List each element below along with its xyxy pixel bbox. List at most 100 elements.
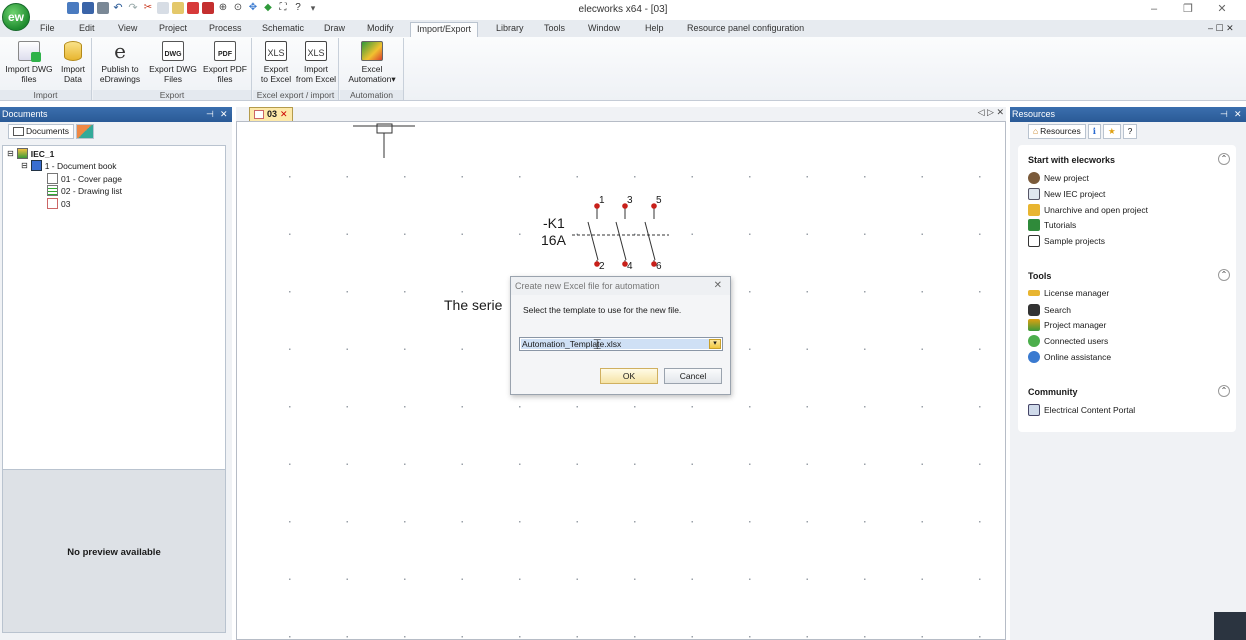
close-button[interactable]: ✕ [1208,1,1236,17]
resource-connected-users[interactable]: Connected users [1028,335,1108,347]
export-pdf-label2: files [217,73,233,84]
star-icon: ★ [1108,126,1116,136]
import-dwg-button[interactable]: Import DWG files [2,41,56,84]
cancel-button[interactable]: Cancel [664,368,722,384]
collapse-icon[interactable]: ⊟ [7,149,14,158]
panel-close-icon[interactable]: ✕ [1234,107,1242,122]
resource-tutorials[interactable]: Tutorials [1028,219,1076,231]
xls-export-icon: XLS [265,41,287,61]
resource-label: Search [1044,305,1071,315]
contactor-k1 [572,207,669,264]
import-data-button[interactable]: Import Data [58,41,88,84]
list-icon [47,185,58,196]
dropdown-arrow-icon: ▾ [391,73,396,84]
menu-library[interactable]: Library [496,22,524,37]
excel-automation-button[interactable]: Excel Automation▾ [344,41,400,84]
pin-icon[interactable]: ⊣ [206,107,214,122]
resource-new-iec-project[interactable]: New IEC project [1028,188,1105,200]
export-to-excel-button[interactable]: XLS Export to Excel [257,41,295,84]
tab-documents[interactable]: Documents [8,124,74,139]
template-select[interactable]: Automation_Template.xlsx ▾ [519,337,723,351]
chevron-down-icon[interactable]: ▾ [709,339,721,349]
create-excel-dialog: Create new Excel file for automation ✕ S… [510,276,731,395]
xls-import-icon: XLS [305,41,327,61]
tree-label-project: IEC_1 [30,148,55,159]
tab-components[interactable] [76,124,94,139]
tab-document-03[interactable]: 03 ✕ [249,107,293,121]
menu-help[interactable]: Help [645,22,664,37]
resource-label: Project manager [1044,320,1107,330]
document-tab-strip: 03 ✕ ◁ ▷ ✕ [236,107,1006,121]
component-rating: 16A [541,232,566,248]
excel-automation-icon [361,41,383,61]
menu-project[interactable]: Project [159,22,187,37]
ribbon-group-excel: XLS Export to Excel XLS Import from Exce… [253,38,339,100]
resources-panel-header: Resources ⊣ ✕ [1010,107,1246,122]
tab-close-icon[interactable]: ✕ [280,108,288,121]
menu-file[interactable]: File [40,22,55,37]
menu-view[interactable]: View [118,22,137,37]
tree-node-document-book[interactable]: ⊟ 1 - Document book [21,160,117,171]
ribbon-group-label-automation: Automation [340,90,403,100]
preview-text: No preview available [67,547,161,558]
resource-online-assistance[interactable]: Online assistance [1028,351,1111,363]
resources-panel-title: Resources [1012,109,1056,119]
dialog-close-button[interactable]: ✕ [714,277,722,295]
resource-unarchive-project[interactable]: Unarchive and open project [1028,204,1148,216]
resource-label: License manager [1044,288,1110,298]
title-bar: ↶ ↷ ✂ ⊕ ⊙ ✥ ◆ ⛶ ? ▾ elecworks x64 - [03]… [0,0,1246,20]
tree-label-drawing-list: 02 - Drawing list [61,185,122,196]
pin-icon[interactable]: ⊣ [1220,107,1228,122]
terminal-label-1: 1 [599,195,605,206]
menu-process[interactable]: Process [209,22,242,37]
tab-scroll-buttons[interactable]: ◁ ▷ ✕ [978,107,1004,118]
help-icon: ? [1127,126,1133,136]
tree-node-03[interactable]: 03 [47,198,70,209]
export-dwg-button[interactable]: DWG Export DWG Files [147,41,199,84]
corner-widget[interactable] [1214,612,1246,640]
tab-info[interactable]: ℹ [1087,124,1102,139]
panel-close-icon[interactable]: ✕ [220,107,228,122]
ribbon-group-export: e Publish to eDrawings DWG Export DWG Fi… [93,38,252,100]
menu-resource-panel-configuration[interactable]: Resource panel configuration [687,22,804,37]
tab-favorites[interactable]: ★ [1103,124,1121,139]
minimize-button[interactable]: – [1140,1,1168,17]
resource-project-manager[interactable]: Project manager [1028,319,1106,331]
collapse-section-icon[interactable]: ⌃ [1218,269,1230,281]
resource-search[interactable]: Search [1028,304,1071,316]
tree-node-drawing-list[interactable]: 02 - Drawing list [47,185,122,196]
resource-license-manager[interactable]: License manager [1028,288,1109,298]
import-from-excel-button[interactable]: XLS Import from Excel [295,41,337,84]
menu-modify[interactable]: Modify [367,22,394,37]
tab-help[interactable]: ? [1122,124,1138,139]
restore-button[interactable]: ❐ [1174,1,1202,17]
mdi-window-buttons[interactable]: – ☐ ✕ [1208,22,1234,37]
app-logo[interactable]: ew [2,3,30,31]
tree-node-cover-page[interactable]: 01 - Cover page [47,173,122,184]
ok-button[interactable]: OK [600,368,658,384]
dialog-prompt: Select the template to use for the new f… [523,305,682,315]
resource-new-project[interactable]: New project [1028,172,1089,184]
export-excel-label2: to Excel [260,73,292,84]
home-icon: ⌂ [1033,126,1039,136]
tree-node-project[interactable]: ⊟ IEC_1 [7,148,54,159]
terminal-label-4: 4 [627,261,633,272]
documents-panel: Documents ⊣ ✕ Documents ⊟ IEC_1 ⊟ 1 - Do… [0,107,232,640]
export-pdf-button[interactable]: PDF Export PDF files [201,41,249,84]
sample-projects-icon [1028,235,1040,247]
pole-5-switch [644,221,656,261]
menu-draw[interactable]: Draw [324,22,345,37]
collapse-section-icon[interactable]: ⌃ [1218,385,1230,397]
resource-sample-projects[interactable]: Sample projects [1028,235,1105,247]
resource-electrical-content-portal[interactable]: Electrical Content Portal [1028,404,1135,416]
menu-window[interactable]: Window [588,22,620,37]
collapse-section-icon[interactable]: ⌃ [1218,153,1230,165]
menu-edit[interactable]: Edit [79,22,95,37]
menu-tools[interactable]: Tools [544,22,565,37]
menu-import-export[interactable]: Import/Export [410,22,479,37]
documents-tab-icon [13,127,24,136]
publish-edrawings-button[interactable]: e Publish to eDrawings [97,41,143,84]
tab-resources[interactable]: ⌂ Resources [1028,124,1086,139]
menu-schematic[interactable]: Schematic [262,22,304,37]
collapse-icon[interactable]: ⊟ [21,161,28,170]
